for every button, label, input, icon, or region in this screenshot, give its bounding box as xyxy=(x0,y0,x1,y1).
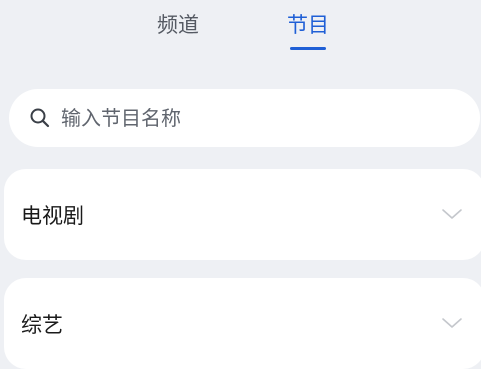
tab-channel-label: 频道 xyxy=(157,13,199,37)
category-tv-series[interactable]: 电视剧 xyxy=(4,169,481,260)
search-bar[interactable] xyxy=(9,89,480,147)
chevron-down-icon xyxy=(441,316,463,330)
search-input[interactable] xyxy=(61,106,441,130)
category-label: 电视剧 xyxy=(21,204,84,228)
active-tab-indicator xyxy=(290,47,326,50)
category-label: 综艺 xyxy=(21,313,63,337)
tab-bar: 频道 节目 xyxy=(0,0,481,56)
category-variety[interactable]: 综艺 xyxy=(4,278,481,369)
search-icon xyxy=(29,107,51,129)
tab-program[interactable]: 节目 xyxy=(287,10,329,50)
chevron-down-icon xyxy=(441,207,463,221)
tab-program-label: 节目 xyxy=(287,13,329,37)
tab-channel[interactable]: 频道 xyxy=(157,10,199,40)
